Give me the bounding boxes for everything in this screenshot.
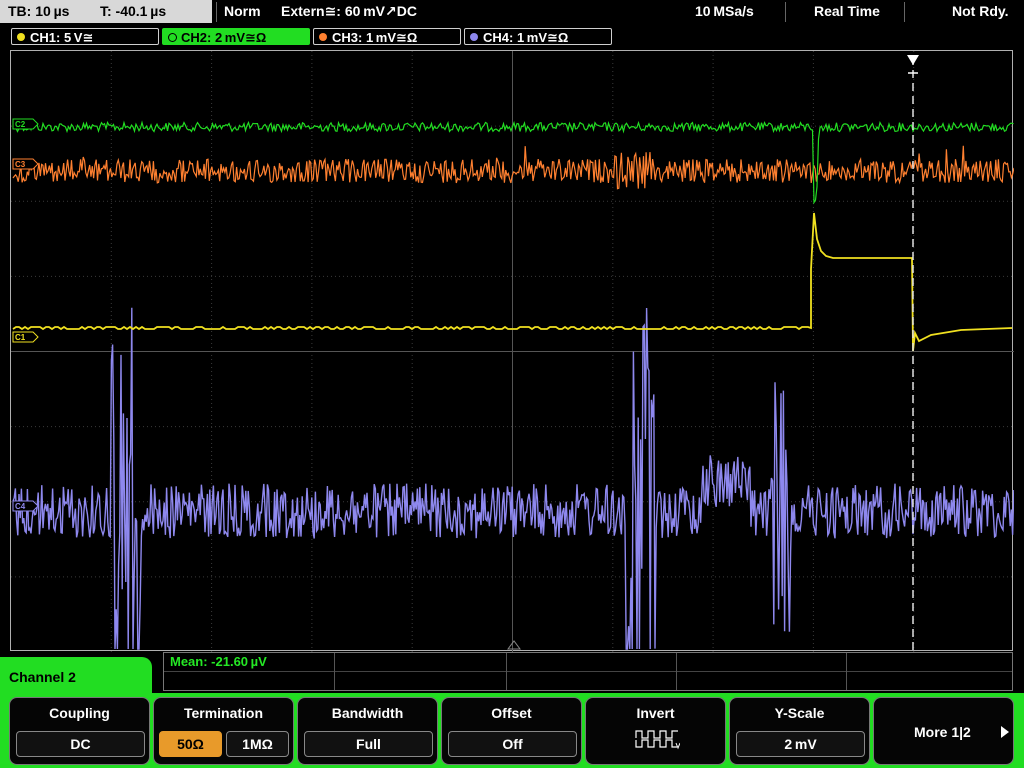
channel-1-marker-label: C1	[15, 333, 26, 342]
measurement-mean: Mean: -21.60 µV	[170, 654, 267, 669]
status-bar: TB: 10 µs T: -40.1 µs Norm Extern≅: 60 m…	[0, 0, 1024, 24]
divider	[676, 653, 677, 690]
offset-value[interactable]: Off	[448, 731, 577, 757]
bandwidth-value[interactable]: Full	[304, 731, 433, 757]
measurement-bar[interactable]: Mean: -21.60 µV	[163, 652, 1013, 691]
channel-2-trace	[12, 120, 1014, 205]
channel-2-button[interactable]: CH2: 2 mV≅Ω	[162, 28, 310, 45]
sample-rate: 10 MSa/s	[695, 3, 754, 19]
channel-2-label: CH2: 2 mV≅Ω	[181, 30, 267, 45]
divider	[506, 653, 507, 690]
channel-2-color-icon	[168, 33, 177, 42]
channel-2-marker-label: C2	[15, 120, 26, 129]
y-scale-value[interactable]: 2 mV	[736, 731, 865, 757]
channel-3-label: CH3: 1 mV≅Ω	[332, 30, 418, 45]
y-scale-title: Y-Scale	[774, 705, 825, 721]
trigger-position-icon[interactable]	[907, 55, 919, 65]
timebase-readout: TB: 10 µs	[8, 3, 70, 19]
channel-1-label: CH1: 5 V≅	[30, 30, 94, 45]
channel-1-button[interactable]: CH1: 5 V≅	[11, 28, 159, 45]
divider	[164, 671, 1012, 672]
coupling-value[interactable]: DC	[16, 731, 145, 757]
timebase-panel[interactable]: TB: 10 µs T: -40.1 µs	[0, 0, 212, 23]
more-softkey[interactable]: More 1|2	[873, 697, 1014, 765]
channel-3-trace	[12, 145, 1014, 190]
channel-3-button[interactable]: CH3: 1 mV≅Ω	[313, 28, 461, 45]
coupling-title: Coupling	[49, 705, 110, 721]
channel-menu-tab[interactable]: Channel 2	[0, 657, 152, 697]
termination-title: Termination	[183, 705, 264, 721]
channel-4-marker-label: C4	[15, 502, 26, 511]
arrow-right-icon	[1001, 726, 1009, 738]
trigger-mode[interactable]: Norm	[224, 0, 261, 23]
channel-4-button[interactable]: CH4: 1 mV≅Ω	[464, 28, 612, 45]
termination-softkey[interactable]: Termination 50Ω 1MΩ	[153, 697, 294, 765]
termination-1m-ohm-option[interactable]: 1MΩ	[226, 731, 289, 757]
offset-softkey[interactable]: Offset Off	[441, 697, 582, 765]
trigger-status: Not Rdy.	[952, 3, 1009, 19]
termination-50-ohm-option[interactable]: 50Ω	[159, 731, 222, 757]
channel-4-label: CH4: 1 mV≅Ω	[483, 30, 569, 45]
offset-title: Offset	[491, 705, 532, 721]
trigger-time-readout: T: -40.1 µs	[100, 3, 167, 19]
divider	[785, 2, 786, 22]
channel-4-color-icon	[470, 33, 478, 41]
divider	[216, 2, 217, 22]
invert-softkey[interactable]: Invert	[585, 697, 726, 765]
more-label: More 1|2	[914, 724, 971, 740]
divider	[846, 653, 847, 690]
channel-4-trace	[12, 307, 1014, 650]
y-scale-softkey[interactable]: Y-Scale 2 mV	[729, 697, 870, 765]
channel-1-color-icon	[17, 33, 25, 41]
acquisition-mode[interactable]: Real Time	[814, 0, 880, 23]
bandwidth-title: Bandwidth	[331, 705, 404, 721]
trigger-source[interactable]: Extern≅: 60 mV↗DC	[281, 0, 417, 23]
channel-3-marker-label: C3	[15, 160, 26, 169]
invert-title: Invert	[636, 705, 675, 721]
center-marker-icon	[507, 640, 521, 650]
bandwidth-softkey[interactable]: Bandwidth Full	[297, 697, 438, 765]
invert-waveform-icon	[635, 730, 680, 750]
channel-menu-title: Channel 2	[9, 669, 76, 685]
waveform-canvas: C2 C3 C1 C4	[11, 51, 1014, 652]
waveform-display[interactable]: C2 C3 C1 C4	[10, 50, 1014, 652]
coupling-softkey[interactable]: Coupling DC	[9, 697, 150, 765]
divider	[334, 653, 335, 690]
divider	[904, 2, 905, 22]
channel-header-row: CH1: 5 V≅ CH2: 2 mV≅Ω CH3: 1 mV≅Ω CH4: 1…	[0, 24, 1024, 48]
channel-3-color-icon	[319, 33, 327, 41]
